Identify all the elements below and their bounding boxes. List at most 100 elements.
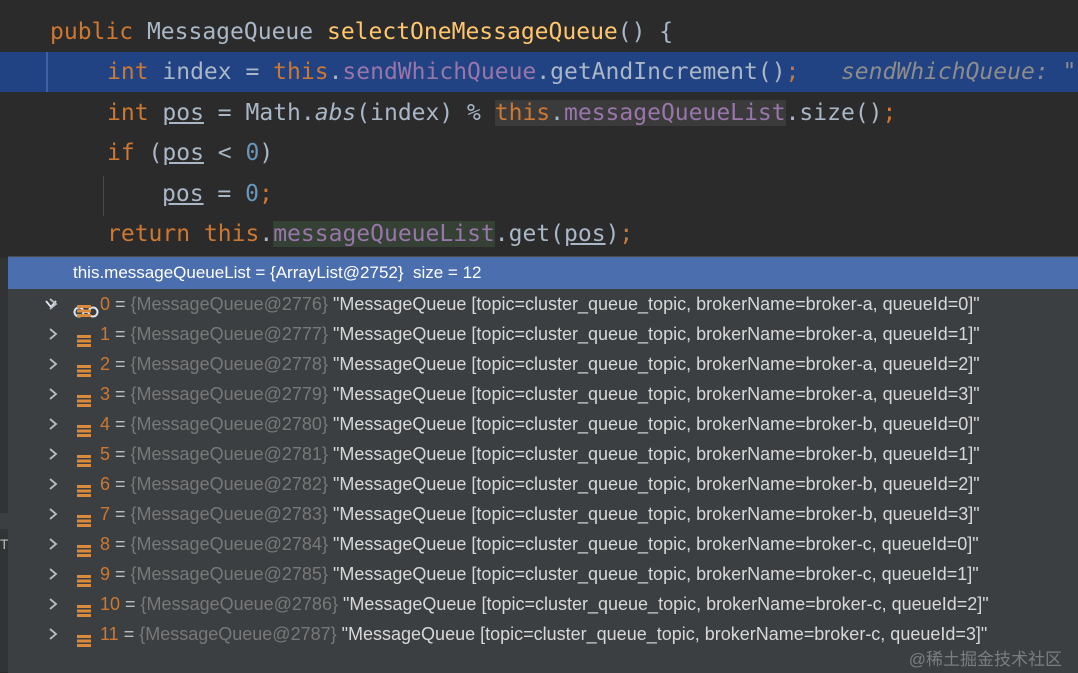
list-item[interactable]: 9 = {MessageQueue@2785} "MessageQueue [t… [8,559,1078,589]
chevron-right-icon[interactable] [48,379,60,409]
field-icon [76,507,92,527]
keyword-public: public [50,19,134,45]
chevron-right-icon[interactable] [48,409,60,439]
item-reference: {MessageQueue@2782} [130,474,328,494]
item-index: 9 [100,564,111,584]
list-item[interactable]: 5 = {MessageQueue@2781} "MessageQueue [t… [8,439,1078,469]
item-value: "MessageQueue [topic=cluster_queue_topic… [327,534,979,554]
list-item[interactable]: 6 = {MessageQueue@2782} "MessageQueue [t… [8,469,1078,499]
chevron-right-icon[interactable] [48,559,60,589]
field-icon [76,417,92,437]
item-index: 8 [100,534,111,554]
list-item[interactable]: 3 = {MessageQueue@2779} "MessageQueue [t… [8,379,1078,409]
item-reference: {MessageQueue@2778} [130,354,328,374]
item-value: "MessageQueue [topic=cluster_queue_topic… [327,414,980,434]
item-index: 3 [100,384,111,404]
item-value: "MessageQueue [topic=cluster_queue_topic… [327,444,980,464]
item-equals: = [110,534,131,554]
code-line-1[interactable]: public MessageQueue selectOneMessageQueu… [0,12,1078,52]
item-equals: = [118,624,140,644]
chevron-right-icon[interactable] [48,349,60,379]
list-item[interactable]: 2 = {MessageQueue@2778} "MessageQueue [t… [8,349,1078,379]
item-value: "MessageQueue [topic=cluster_queue_topic… [327,504,980,524]
chevron-right-icon[interactable] [48,319,60,349]
chevron-right-icon[interactable] [48,469,60,499]
item-equals: = [110,384,131,404]
field-icon [76,387,92,407]
chevron-right-icon[interactable] [48,439,60,469]
debug-items-list: 0 = {MessageQueue@2776} "MessageQueue [t… [8,289,1078,649]
inline-debug-hint: sendWhichQueue: " [840,59,1077,85]
field-messageQueueList[interactable]: messageQueueList [564,100,786,126]
keyword-this: this [494,100,551,126]
field-icon [76,447,92,467]
item-value: "MessageQueue [topic=cluster_queue_topic… [337,594,989,614]
number-literal: 0 [245,140,260,166]
chevron-right-icon[interactable] [48,589,60,619]
variable-pos: pos [162,181,204,207]
code-line-4[interactable]: if (pos < 0) [0,133,1078,173]
item-value: "MessageQueue [topic=cluster_queue_topic… [327,354,980,374]
call-getAndIncrement: .getAndIncrement() [536,59,786,85]
method-name: selectOneMessageQueue [326,19,618,45]
call-abs: abs [314,100,357,126]
item-index: 0 [100,294,111,314]
list-item[interactable]: 7 = {MessageQueue@2783} "MessageQueue [t… [8,499,1078,529]
item-reference: {MessageQueue@2785} [130,564,328,584]
semicolon: ; [258,181,273,207]
keyword-return: return [107,221,191,247]
code-line-5[interactable]: pos = 0; [0,174,1078,214]
item-index: 1 [100,324,111,344]
item-equals: = [110,504,131,524]
item-equals: = [110,324,131,344]
item-reference: {MessageQueue@2787} [139,624,337,644]
chevron-right-icon[interactable] [48,529,60,559]
list-item[interactable]: 4 = {MessageQueue@2780} "MessageQueue [t… [8,409,1078,439]
variable-pos: pos [162,100,204,126]
item-value: "MessageQueue [topic=cluster_queue_topic… [327,294,980,314]
item-index: 7 [100,504,111,524]
keyword-this: this [203,221,260,247]
field-icon [76,627,92,647]
variable-pos: pos [162,140,204,166]
field-icon [76,297,92,317]
item-equals: = [110,354,131,374]
item-value: "MessageQueue [topic=cluster_queue_topic… [327,384,980,404]
number-literal: 0 [245,181,259,207]
field-icon [76,597,92,617]
item-equals: = [110,444,131,464]
code-line-6[interactable]: return this.messageQueueList.get(pos); [0,214,1078,254]
code-line-3[interactable]: int pos = Math.abs(index) % this.message… [0,93,1078,133]
watermark: @稀土掘金技术社区 [908,650,1062,669]
list-item[interactable]: 0 = {MessageQueue@2776} "MessageQueue [t… [8,289,1078,319]
abs-args: (index) % [356,100,495,126]
code-line-2-current[interactable]: int index = this.sendWhichQueue.getAndIn… [0,52,1078,92]
chevron-right-icon[interactable] [48,619,60,649]
item-reference: {MessageQueue@2776} [130,294,328,314]
field-sendWhichQueue[interactable]: sendWhichQueue [342,59,536,85]
item-index: 11 [100,624,119,644]
item-equals: = [110,294,131,314]
debug-value-popup[interactable]: this.messageQueueList = {ArrayList@2752}… [8,256,1078,673]
item-reference: {MessageQueue@2786} [140,594,338,614]
variable-index: index = [148,59,274,85]
method-signature-rest: () { [617,19,674,45]
field-icon [76,477,92,497]
semicolon: ; [619,221,634,247]
list-item[interactable]: 8 = {MessageQueue@2784} "MessageQueue [t… [8,529,1078,559]
field-messageQueueList[interactable]: messageQueueList [273,221,495,247]
item-reference: {MessageQueue@2781} [130,444,328,464]
code-editor[interactable]: public MessageQueue selectOneMessageQueu… [0,0,1078,258]
item-index: 2 [100,354,111,374]
popup-header-row[interactable]: this.messageQueueList = {ArrayList@2752}… [8,257,1078,318]
item-index: 6 [100,474,111,494]
item-reference: {MessageQueue@2780} [130,414,328,434]
chevron-right-icon[interactable] [48,499,60,529]
list-item[interactable]: 1 = {MessageQueue@2777} "MessageQueue [t… [8,319,1078,349]
list-item[interactable]: 10 = {MessageQueue@2786} "MessageQueue [… [8,589,1078,619]
item-value: "MessageQueue [topic=cluster_queue_topic… [327,324,980,344]
chevron-right-icon[interactable] [48,289,60,319]
field-icon [76,537,92,557]
variable-pos: pos [564,221,606,247]
item-reference: {MessageQueue@2784} [130,534,328,554]
